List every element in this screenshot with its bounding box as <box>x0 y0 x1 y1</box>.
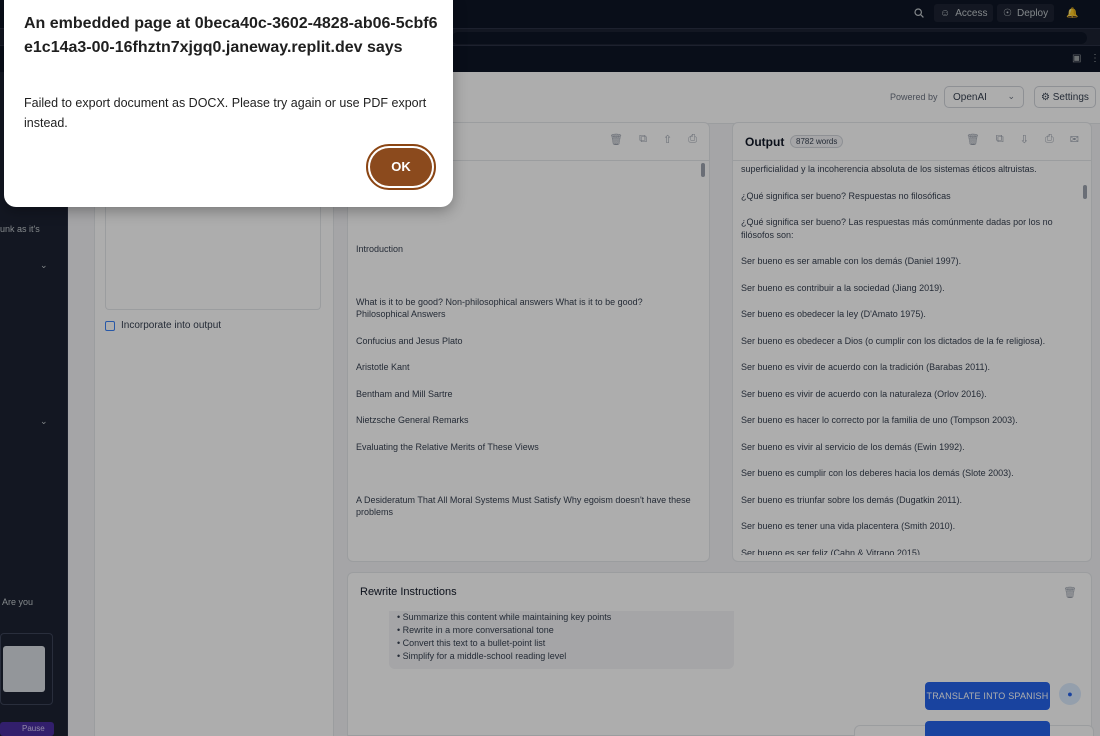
alert-dialog: An embedded page at 0beca40c-3602-4828-a… <box>4 0 453 207</box>
ok-button[interactable]: OK <box>366 144 436 190</box>
ok-label: OK <box>370 148 432 186</box>
dialog-message: Failed to export document as DOCX. Pleas… <box>24 96 427 130</box>
dialog-title: An embedded page at 0beca40c-3602-4828-a… <box>24 15 438 56</box>
